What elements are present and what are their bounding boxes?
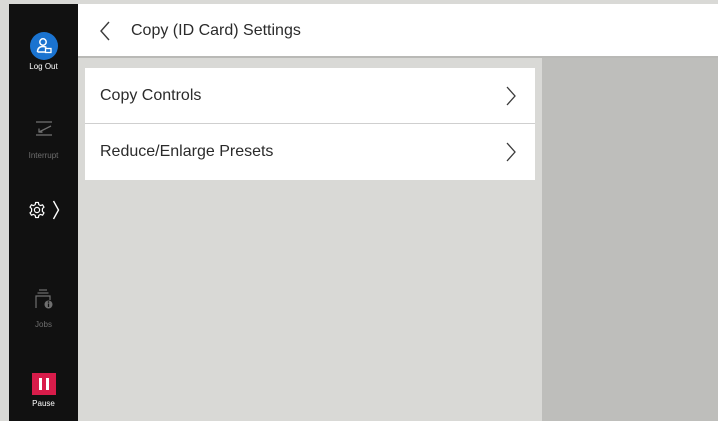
jobs-button[interactable]: Jobs	[9, 288, 78, 329]
user-logout-icon	[36, 38, 52, 54]
page-title: Copy (ID Card) Settings	[131, 22, 301, 39]
logout-label: Log Out	[29, 62, 58, 71]
sidebar: Log Out Interrupt Jobs Pause	[9, 4, 78, 421]
interrupt-icon	[35, 121, 52, 136]
list-item-label: Copy Controls	[100, 86, 202, 104]
back-button[interactable]	[96, 20, 116, 42]
interrupt-label: Interrupt	[28, 151, 59, 160]
jobs-label: Jobs	[35, 320, 52, 329]
interrupt-button[interactable]: Interrupt	[9, 119, 78, 160]
right-panel	[542, 58, 718, 421]
pause-icon	[31, 373, 56, 395]
chevron-left-icon	[100, 21, 110, 41]
main-content: Copy Controls Reduce/Enlarge Presets	[78, 58, 542, 421]
list-item-copy-controls[interactable]: Copy Controls	[85, 68, 535, 124]
logout-button[interactable]: Log Out	[9, 32, 78, 71]
chevron-right-icon	[52, 200, 59, 220]
logout-icon-circle	[29, 32, 58, 60]
chevron-right-icon	[506, 86, 516, 106]
pause-button[interactable]: Pause	[9, 373, 78, 408]
settings-button[interactable]	[9, 199, 78, 221]
chevron-right-icon	[506, 142, 516, 162]
screen: Log Out Interrupt Jobs Pause Copy (ID Ca…	[9, 4, 718, 421]
pause-label: Pause	[32, 399, 55, 408]
settings-list: Copy Controls Reduce/Enlarge Presets	[85, 68, 535, 180]
list-item-label: Reduce/Enlarge Presets	[100, 143, 274, 160]
jobs-icon	[34, 289, 52, 309]
gear-icon	[28, 201, 45, 219]
header: Copy (ID Card) Settings	[78, 4, 718, 58]
list-item-reduce-enlarge-presets[interactable]: Reduce/Enlarge Presets	[85, 124, 535, 180]
